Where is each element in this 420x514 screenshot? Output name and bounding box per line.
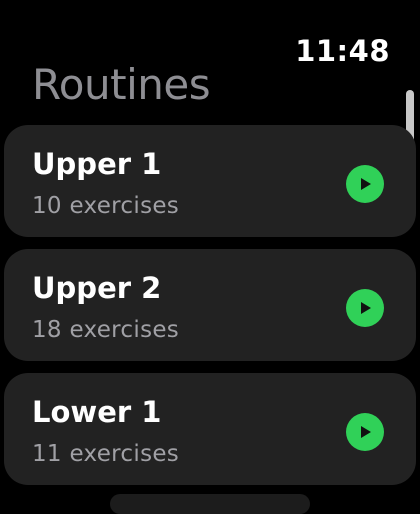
routine-name: Upper 1 xyxy=(32,147,162,181)
routine-exercise-count: 18 exercises xyxy=(32,317,180,343)
play-routine-button[interactable] xyxy=(346,165,384,203)
routine-exercise-count: 10 exercises xyxy=(32,193,180,219)
routine-card[interactable]: Upper 1 10 exercises xyxy=(4,125,416,237)
routine-card[interactable]: Upper 2 18 exercises xyxy=(4,249,416,361)
routine-name: Upper 2 xyxy=(32,271,162,305)
routine-card[interactable]: Lower 1 11 exercises xyxy=(4,373,416,485)
play-routine-button[interactable] xyxy=(346,413,384,451)
play-icon xyxy=(361,178,371,190)
next-card-peek[interactable] xyxy=(110,494,310,514)
routine-list: Upper 1 10 exercises Upper 2 18 exercise… xyxy=(4,125,416,497)
play-routine-button[interactable] xyxy=(346,289,384,327)
page-title: Routines xyxy=(32,60,211,109)
status-time: 11:48 xyxy=(295,34,390,68)
play-icon xyxy=(361,302,371,314)
routine-name: Lower 1 xyxy=(32,395,162,429)
routine-exercise-count: 11 exercises xyxy=(32,441,180,467)
play-icon xyxy=(361,426,371,438)
